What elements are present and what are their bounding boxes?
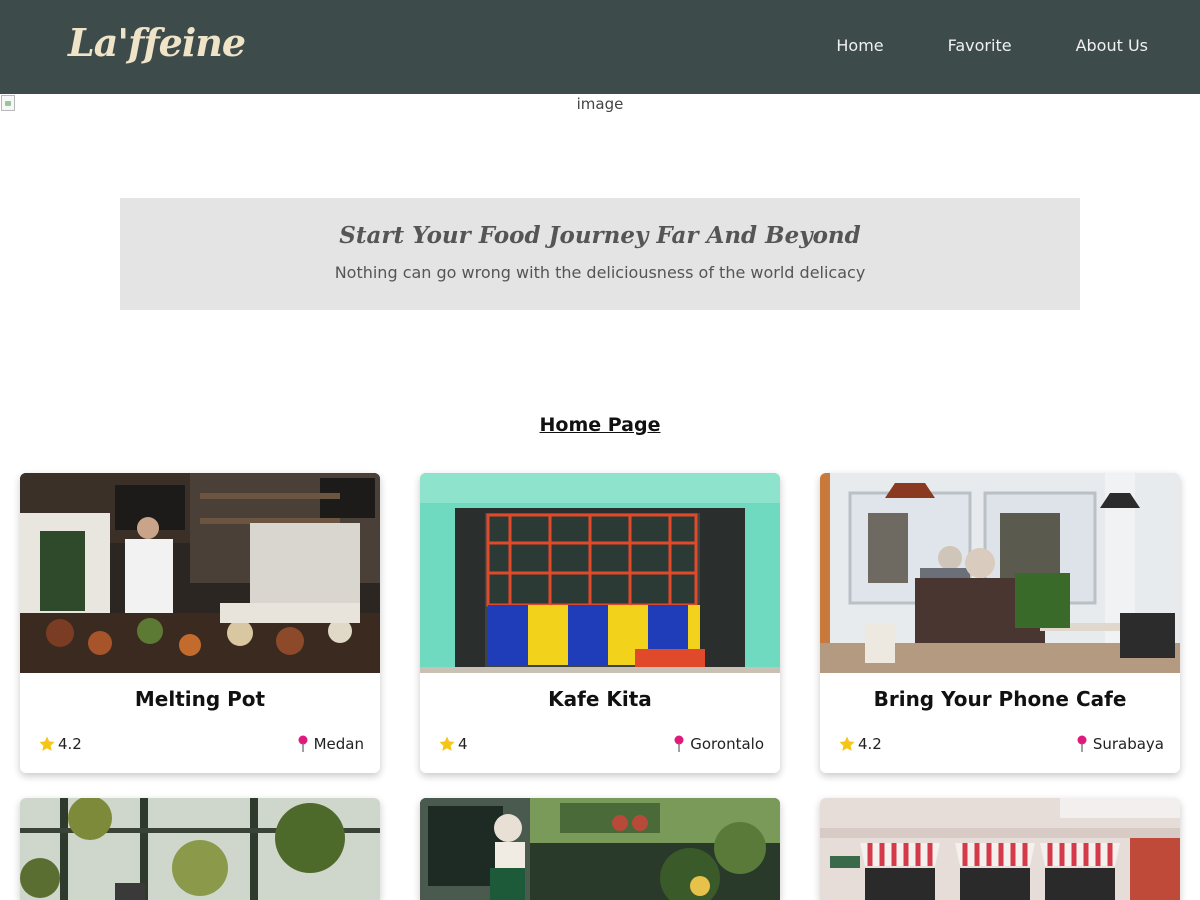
restaurant-rating: 4.2 (38, 735, 82, 753)
location-city: Gorontalo (690, 735, 764, 753)
restaurant-rating: 4.2 (838, 735, 882, 753)
restaurant-location: Gorontalo (673, 735, 764, 753)
restaurant-photo (820, 798, 1180, 900)
nav-links: Home Favorite About Us (836, 36, 1148, 55)
rating-value: 4 (458, 735, 468, 753)
restaurant-card[interactable]: Melting Pot 4.2 Medan (20, 473, 380, 773)
nav-link-favorite[interactable]: Favorite (948, 36, 1012, 55)
restaurant-card[interactable] (20, 798, 380, 900)
location-city: Medan (313, 735, 364, 753)
tagline-title: Start Your Food Journey Far And Beyond (339, 222, 861, 249)
star-icon (439, 736, 455, 751)
rating-value: 4.2 (858, 735, 882, 753)
restaurant-location: Surabaya (1076, 735, 1164, 753)
restaurant-photo (20, 473, 380, 673)
restaurant-name: Melting Pot (134, 687, 266, 711)
restaurant-location: Medan (297, 735, 364, 753)
page-heading: Home Page (539, 414, 661, 436)
restaurant-photo (420, 473, 780, 673)
restaurant-name: Kafe Kita (548, 687, 652, 711)
location-pin-icon (1077, 735, 1087, 752)
location-pin-icon (674, 735, 684, 752)
restaurant-rating: 4 (438, 735, 468, 753)
star-icon (839, 736, 855, 751)
restaurant-card[interactable] (420, 798, 780, 900)
navbar: La'ffeine Home Favorite About Us (0, 0, 1200, 94)
restaurant-card[interactable]: Kafe Kita 4 Gorontalo (420, 473, 780, 773)
location-pin-icon (298, 735, 308, 752)
nav-link-about-us[interactable]: About Us (1076, 36, 1148, 55)
restaurant-photo (820, 473, 1180, 673)
restaurant-photo (420, 798, 780, 900)
hero-image-alt-text: image (576, 95, 624, 113)
restaurant-card[interactable] (820, 798, 1180, 900)
brand-logo[interactable]: La'ffeine (68, 20, 246, 65)
star-icon (39, 736, 55, 751)
tagline-box: Start Your Food Journey Far And Beyond N… (120, 198, 1080, 310)
restaurant-card[interactable]: Bring Your Phone Cafe 4.2 Surabaya (820, 473, 1180, 773)
location-city: Surabaya (1092, 735, 1164, 753)
hero-image: image (0, 94, 1200, 116)
restaurant-photo (20, 798, 380, 900)
restaurant-name: Bring Your Phone Cafe (873, 687, 1127, 711)
tagline-subtitle: Nothing can go wrong with the deliciousn… (334, 263, 866, 282)
nav-link-home[interactable]: Home (836, 36, 883, 55)
rating-value: 4.2 (58, 735, 82, 753)
